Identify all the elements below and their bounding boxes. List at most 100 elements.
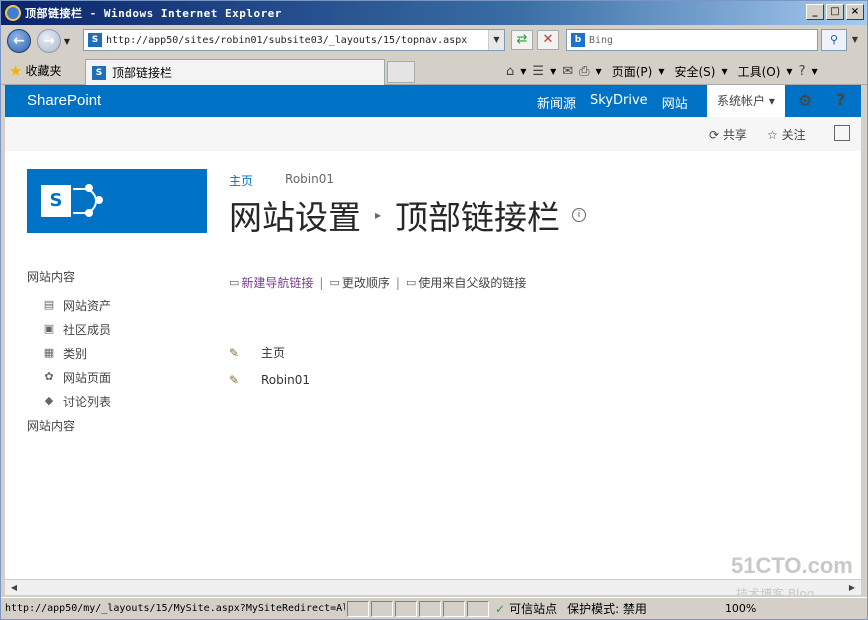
list-item[interactable]: ✎ 主页 xyxy=(229,339,310,366)
breadcrumb-arrow-icon: ▸ xyxy=(375,208,382,222)
watermark-logo: 51CTO.com xyxy=(731,553,853,578)
edit-icon[interactable]: ✎ xyxy=(229,346,245,360)
sharepoint-brand[interactable]: SharePoint xyxy=(27,92,101,109)
favorites-button[interactable]: ★ 收藏夹 xyxy=(9,62,61,80)
address-bar[interactable]: S http://app50/sites/robin01/subsite03/_… xyxy=(83,29,505,51)
help-icon[interactable]: ? xyxy=(836,90,845,109)
gear-icon[interactable]: ⚙ xyxy=(798,91,812,110)
nav-label: 社区成员 xyxy=(63,322,112,337)
address-url[interactable]: http://app50/sites/robin01/subsite03/_la… xyxy=(106,35,488,46)
ie-logo-icon xyxy=(5,5,21,21)
home-icon[interactable]: ⌂ xyxy=(506,64,514,79)
quick-launch-heading[interactable]: 网站内容 xyxy=(27,269,207,293)
page-content: SharePoint 新闻源 SkyDrive 网站 系统帐户 ▾ ⚙ ? ⟳ … xyxy=(5,85,861,579)
maximize-button[interactable]: □ xyxy=(826,4,844,20)
search-box[interactable]: b Bing xyxy=(566,29,818,51)
discussion-icon: ◆ xyxy=(44,394,54,407)
page-title-current: 顶部链接栏 xyxy=(395,198,561,237)
new-link-icon: ▭ xyxy=(229,276,240,289)
search-placeholder[interactable]: Bing xyxy=(589,35,613,46)
suite-link-skydrive[interactable]: SkyDrive xyxy=(590,93,648,112)
link-toolbar: ▭ 新建导航链接 | ▭ 更改顺序 | ▭ 使用来自父级的链接 xyxy=(229,274,527,291)
browser-tab[interactable]: S 顶部链接栏 xyxy=(85,59,385,85)
list-item[interactable]: ✎ Robin01 xyxy=(229,366,310,393)
sharepoint-logo-icon: S xyxy=(41,185,71,217)
search-options-icon[interactable]: ▼ xyxy=(848,29,862,51)
print-icon[interactable]: ⎙ xyxy=(579,64,589,79)
status-url: http://app50/my/_layouts/15/MySite.aspx?… xyxy=(5,603,345,614)
quick-launch-item[interactable]: ✿ 网站页面 xyxy=(27,365,207,389)
breadcrumb-home[interactable]: 主页 xyxy=(229,172,253,189)
favorites-toolbar: ★ 收藏夹 S 顶部链接栏 ⌂ ▼ ☰ ▼ ✉ ⎙ ▼ 页面(P) ▼ 安全(S) ▼ 工… xyxy=(1,57,867,85)
scroll-right-icon[interactable]: ▶ xyxy=(845,582,859,594)
nav-label: 网站页面 xyxy=(63,370,112,385)
share-label: 共享 xyxy=(722,128,747,142)
close-button[interactable]: × xyxy=(846,4,864,20)
link-label: 主页 xyxy=(261,346,286,360)
window-title: 顶部链接栏 - Windows Internet Explorer xyxy=(25,7,282,20)
quick-launch-item[interactable]: ▤ 网站资产 xyxy=(27,293,207,317)
share-button[interactable]: ⟳ 共享 xyxy=(709,126,747,143)
tab-title: 顶部链接栏 xyxy=(112,66,173,80)
nav-links-list: ✎ 主页 ✎ Robin01 xyxy=(229,339,310,393)
minimize-button[interactable]: _ xyxy=(806,4,824,20)
check-icon: ✓ xyxy=(495,601,506,616)
suite-link-newsfeed[interactable]: 新闻源 xyxy=(537,93,576,112)
suite-bar: SharePoint 新闻源 SkyDrive 网站 系统帐户 ▾ ⚙ ? xyxy=(5,85,861,117)
sharepoint-favicon-icon: S xyxy=(92,65,106,80)
action-bar: ⟳ 共享 ☆ 关注 xyxy=(5,117,861,151)
star-icon: ☆ xyxy=(767,128,778,142)
favorites-label: 收藏夹 xyxy=(25,64,62,78)
address-dropdown-icon[interactable]: ▼ xyxy=(488,30,504,50)
refresh-button[interactable]: ⇄ xyxy=(511,30,533,50)
zoom-level[interactable]: 100% xyxy=(725,602,756,615)
info-icon[interactable]: i xyxy=(572,208,587,222)
new-nav-link-button[interactable]: 新建导航链接 xyxy=(241,274,313,291)
protected-mode: 保护模式: 禁用 xyxy=(567,602,647,616)
browser-window: 顶部链接栏 - Windows Internet Explorer _ □ × … xyxy=(0,0,868,620)
page-menu[interactable]: 页面(P) xyxy=(612,63,653,80)
inherit-links-button[interactable]: 使用来自父级的链接 xyxy=(418,274,526,291)
categories-icon: ▦ xyxy=(43,346,55,359)
sharepoint-favicon-icon: S xyxy=(88,33,102,47)
quick-launch-item[interactable]: ◆ 讨论列表 xyxy=(27,389,207,413)
nav-label: 讨论列表 xyxy=(63,394,112,409)
breadcrumb-subsite[interactable]: Robin01 xyxy=(285,172,334,189)
trusted-label: 可信站点 xyxy=(509,602,558,616)
site-assets-icon: ▤ xyxy=(43,298,55,311)
forward-button[interactable]: → xyxy=(37,29,61,53)
suite-link-sites[interactable]: 网站 xyxy=(662,93,688,112)
help-icon[interactable]: ? xyxy=(799,64,806,79)
breadcrumb: 主页 Robin01 xyxy=(229,172,334,189)
edit-icon[interactable]: ✎ xyxy=(229,373,245,387)
mail-icon[interactable]: ✉ xyxy=(562,64,573,79)
scroll-left-icon[interactable]: ◀ xyxy=(7,582,21,594)
quick-launch-item[interactable]: ▦ 类别 xyxy=(27,341,207,365)
search-button[interactable]: ⚲ xyxy=(821,29,847,51)
address-toolbar: ← → ▼ S http://app50/sites/robin01/subsi… xyxy=(1,25,867,57)
account-name: 系统帐户 xyxy=(717,94,766,108)
quick-launch-item[interactable]: ▣ 社区成员 xyxy=(27,317,207,341)
horizontal-scrollbar[interactable]: ◀ ▶ xyxy=(5,579,861,595)
account-menu[interactable]: 系统帐户 ▾ xyxy=(707,85,785,117)
trusted-zone[interactable]: ✓ 可信站点 xyxy=(495,600,557,617)
focus-on-content-icon[interactable] xyxy=(834,125,850,141)
quick-launch-footer[interactable]: 网站内容 xyxy=(27,417,207,434)
rss-icon[interactable]: ☰ xyxy=(532,64,544,79)
change-order-button[interactable]: 更改顺序 xyxy=(342,274,390,291)
status-bar: http://app50/my/_layouts/15/MySite.aspx?… xyxy=(1,597,867,619)
follow-button[interactable]: ☆ 关注 xyxy=(767,126,806,143)
stop-button[interactable]: ✕ xyxy=(537,30,559,50)
history-dropdown-icon[interactable]: ▼ xyxy=(61,37,73,46)
safety-menu[interactable]: 安全(S) xyxy=(674,63,715,80)
site-logo[interactable]: S xyxy=(27,169,207,233)
reorder-icon: ▭ xyxy=(329,276,340,289)
new-tab-button[interactable] xyxy=(387,61,415,83)
back-button[interactable]: ← xyxy=(7,29,31,53)
link-label: Robin01 xyxy=(261,372,310,387)
command-bar: ⌂ ▼ ☰ ▼ ✉ ⎙ ▼ 页面(P) ▼ 安全(S) ▼ 工具(O) ▼ ? ▼ xyxy=(506,63,818,80)
members-icon: ▣ xyxy=(43,322,55,335)
page-title-settings[interactable]: 网站设置 xyxy=(229,191,361,239)
tools-menu[interactable]: 工具(O) xyxy=(738,63,781,80)
site-pages-icon: ✿ xyxy=(44,370,54,383)
